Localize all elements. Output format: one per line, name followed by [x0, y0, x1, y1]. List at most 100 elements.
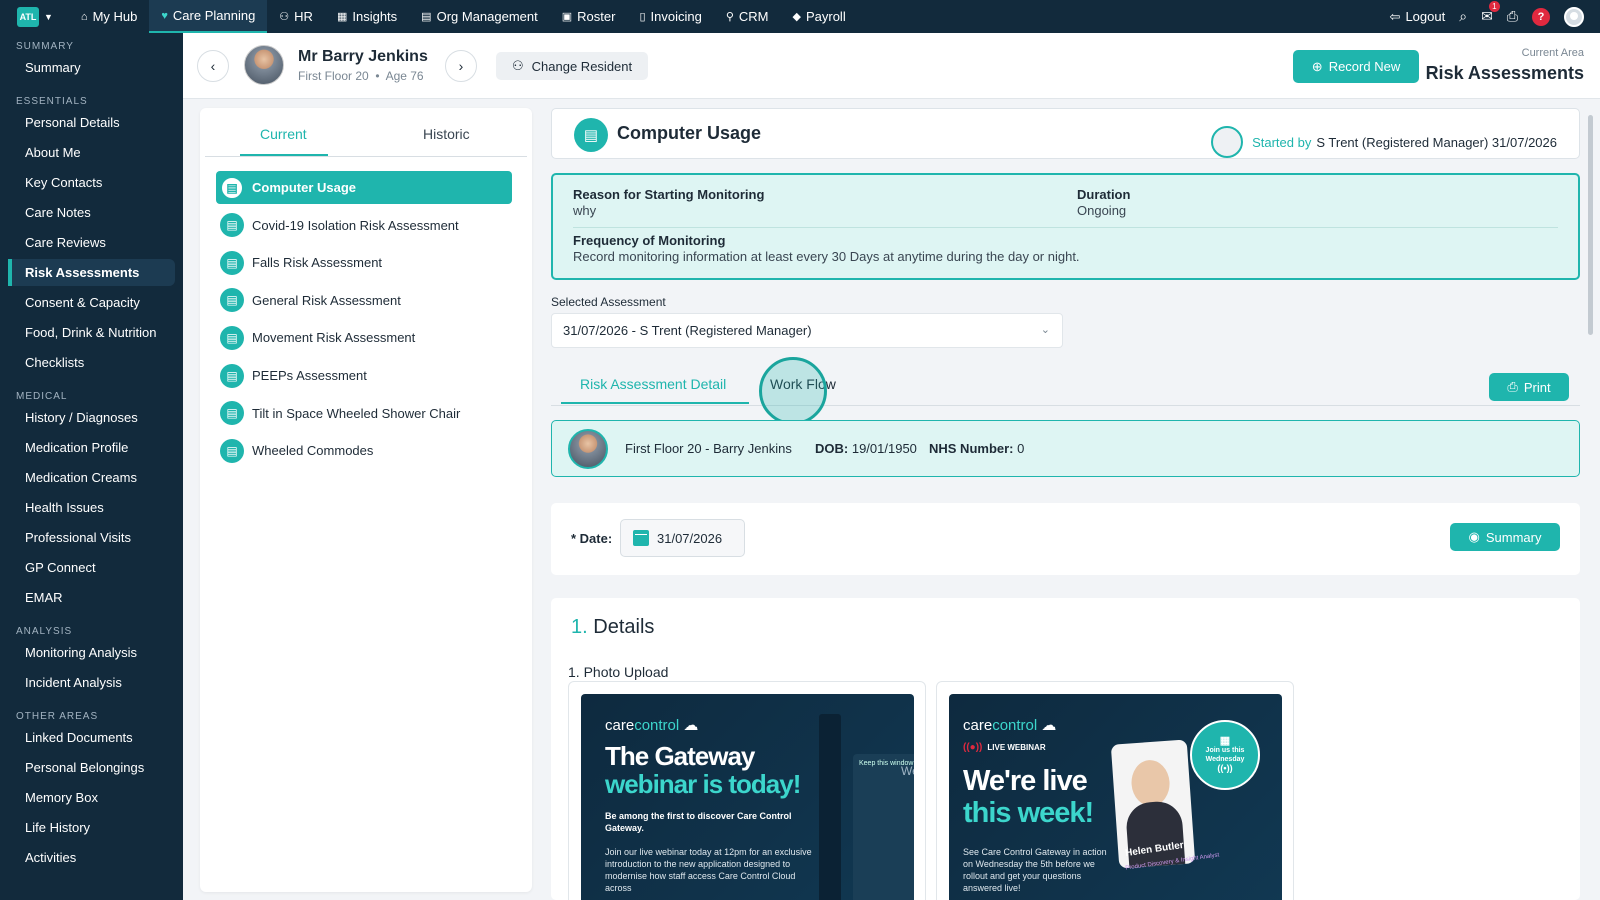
resident-subtitle: First Floor 20 • Age 76 [298, 69, 424, 83]
summary-label: Summary [1485, 529, 1542, 545]
sidebar-item-care-notes[interactable]: Care Notes [8, 199, 175, 226]
mail-icon[interactable]: ✉ 1 [1481, 1, 1500, 25]
nav-insights[interactable]: ▦ Insights [325, 0, 409, 33]
assessment-list-item[interactable]: ▤ Computer Usage [216, 171, 512, 204]
poster-body: See Care Control Gateway in action on We… [963, 847, 1107, 893]
sidebar-item-personal-details[interactable]: Personal Details [8, 109, 175, 136]
nav-my-hub[interactable]: ⌂ My Hub [69, 0, 149, 33]
assessment-list-item[interactable]: ▤ Wheeled Commodes [216, 434, 512, 467]
nav-org-management[interactable]: ▤ Org Management [409, 0, 550, 33]
sidebar-item-professional-visits[interactable]: Professional Visits [8, 524, 175, 551]
sidebar-item-activities[interactable]: Activities [8, 844, 175, 871]
print-button[interactable]: ⎙ Print [1489, 373, 1569, 401]
sidebar: Summary Summary Essentials Personal Details… [0, 33, 183, 900]
duration-label: Duration [1077, 187, 1131, 202]
sidebar-item-gp-connect[interactable]: GP Connect [8, 554, 175, 581]
assessment-list-label: General Risk Assessment [252, 292, 401, 308]
print-icon[interactable]: ⎙ [1507, 8, 1518, 25]
search-icon[interactable]: ⌕ [1459, 8, 1467, 25]
sidebar-item-emar[interactable]: EMAR [8, 584, 175, 611]
record-new-label: Record New [1328, 59, 1401, 74]
uploaded-photo-2[interactable]: carecontrol ☁ ((●)) LIVE WEBINAR We're li… [936, 681, 1294, 900]
sidebar-item-key-contacts[interactable]: Key Contacts [8, 169, 175, 196]
assessment-list-label: PEEPs Assessment [252, 368, 367, 383]
resident-header: ‹ Mr Barry Jenkins First Floor 20 • Age … [183, 33, 1600, 99]
tab-historic[interactable]: Historic [423, 126, 470, 142]
clipboard-icon: ▤ [220, 401, 244, 426]
next-resident-button[interactable]: › [445, 50, 477, 82]
user-avatar[interactable] [1564, 6, 1584, 27]
assessment-list-item[interactable]: ▤ Covid-19 Isolation Risk Assessment [216, 209, 512, 242]
tab-risk-assessment-detail[interactable]: Risk Assessment Detail [580, 376, 726, 392]
sidebar-item-medication-profile[interactable]: Medication Profile [8, 434, 175, 461]
sidebar-item-medication-creams[interactable]: Medication Creams [8, 464, 175, 491]
current-area-label: Current Area [1521, 47, 1584, 59]
details-heading: 1. Details [571, 616, 654, 639]
chevron-left-icon: ‹ [210, 58, 216, 74]
sidebar-item-consent-capacity[interactable]: Consent & Capacity [8, 289, 175, 316]
sidebar-item-personal-belongings[interactable]: Personal Belongings [8, 754, 175, 781]
chart-icon: ▦ [336, 11, 348, 23]
sidebar-item-monitoring-analysis[interactable]: Monitoring Analysis [8, 639, 175, 666]
assessment-list-item[interactable]: ▤ Tilt in Space Wheeled Shower Chair [216, 397, 512, 430]
help-button[interactable]: ? [1532, 7, 1550, 26]
sidebar-item-summary[interactable]: Summary [8, 54, 175, 81]
nav-hr[interactable]: ⚇ HR [267, 0, 325, 33]
user-plus-icon: ⚲ [725, 11, 734, 23]
assessment-list-label: Computer Usage [252, 180, 357, 195]
change-resident-button[interactable]: ⚇ Change Resident [496, 52, 649, 80]
frequency-value: Record monitoring information at least e… [573, 249, 1080, 264]
current-area: Risk Assessments [1425, 63, 1584, 83]
sidebar-item-food-drink-nutrition[interactable]: Food, Drink & Nutrition [8, 319, 175, 346]
nav-label: My Hub [92, 9, 138, 24]
clipboard-icon: ▤ [220, 175, 244, 200]
record-new-button[interactable]: ⊕ Record New [1293, 50, 1419, 83]
clipboard-icon: ▤ [220, 363, 244, 388]
assessment-list-item[interactable]: ▤ General Risk Assessment [216, 284, 512, 317]
poster-peek-word: We [901, 764, 914, 778]
sidebar-item-about-me[interactable]: About Me [8, 139, 175, 166]
sidebar-item-linked-documents[interactable]: Linked Documents [8, 724, 175, 751]
nav-care-planning[interactable]: ♥ Care Planning [149, 0, 268, 33]
date-value: 31/07/2026 [657, 530, 723, 546]
previous-resident-button[interactable]: ‹ [197, 50, 229, 82]
print-icon: ⎙ [1507, 379, 1518, 394]
click-indicator [759, 357, 827, 425]
nav-roster[interactable]: ▣ Roster [550, 0, 628, 33]
sidebar-item-life-history[interactable]: Life History [8, 814, 175, 841]
page-scrollbar[interactable] [1588, 115, 1593, 335]
nav-crm[interactable]: ⚲ CRM [714, 0, 781, 33]
sidebar-item-incident-analysis[interactable]: Incident Analysis [8, 669, 175, 696]
chevron-down-icon: ▼ [44, 11, 53, 22]
logout-button[interactable]: ⇦ Logout [1390, 9, 1446, 25]
started-by: Started by S Trent (Registered Manager) … [1211, 126, 1557, 158]
assessment-list-item[interactable]: ▤ Movement Risk Assessment [216, 321, 512, 354]
sidebar-item-checklists[interactable]: Checklists [8, 349, 175, 376]
nhs-value: 0 [1017, 441, 1025, 456]
sidebar-item-memory-box[interactable]: Memory Box [8, 784, 175, 811]
carecontrol-logo: carecontrol ☁ [963, 716, 1056, 734]
poster-body: Join our live webinar today at 12pm for … [605, 847, 812, 893]
live-webinar-tag: ((●)) LIVE WEBINAR [963, 742, 1046, 753]
uploaded-photo-1[interactable]: carecontrol ☁ The Gateway webinar is tod… [568, 681, 926, 900]
assessment-title: Computer Usage [617, 123, 762, 143]
sidebar-item-health-issues[interactable]: Health Issues [8, 494, 175, 521]
nav-payroll[interactable]: ◆ Payroll [781, 0, 858, 33]
heart-icon: ♥ [161, 9, 168, 22]
org-switcher[interactable]: ATL ▼ [17, 6, 53, 27]
selected-assessment-select[interactable]: 31/07/2026 - S Trent (Registered Manager… [551, 313, 1063, 348]
poster-heading-line-2: this week! [963, 797, 1094, 829]
assessment-list-item[interactable]: ▤ Falls Risk Assessment [216, 246, 512, 279]
sidebar-item-risk-assessments[interactable]: Risk Assessments [8, 259, 175, 286]
tab-current[interactable]: Current [260, 126, 307, 142]
summary-button[interactable]: ◉ Summary [1450, 523, 1560, 551]
users-icon: ⚇ [512, 58, 524, 73]
nav-invoicing[interactable]: ▯ Invoicing [627, 0, 713, 33]
assessment-list-item[interactable]: ▤ PEEPs Assessment [216, 359, 512, 392]
sidebar-item-history-diagnoses[interactable]: History / Diagnoses [8, 404, 175, 431]
date-input[interactable]: 31/07/2026 [620, 519, 745, 557]
active-tab-underline [561, 402, 749, 404]
join-wednesday-badge: ▦ Join us this Wednesday ((•)) [1190, 720, 1260, 790]
sidebar-item-care-reviews[interactable]: Care Reviews [8, 229, 175, 256]
print-label: Print [1523, 379, 1551, 395]
